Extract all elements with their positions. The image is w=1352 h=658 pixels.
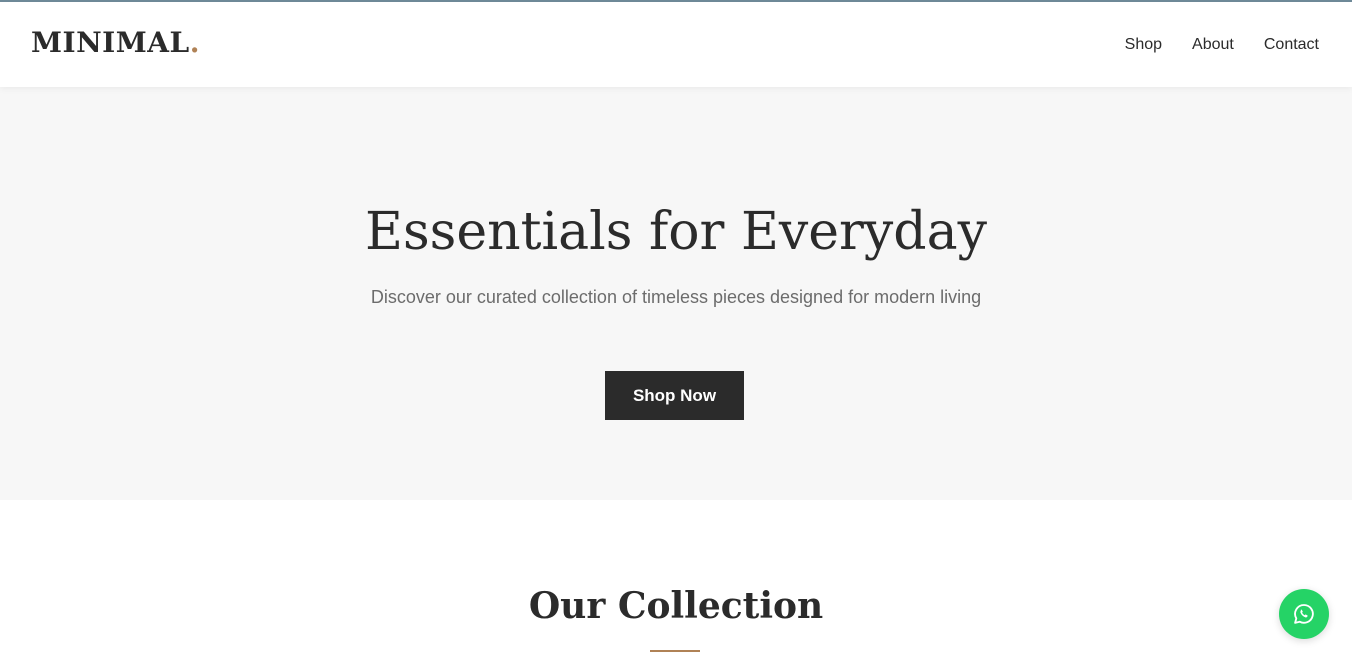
- nav-link-about[interactable]: About: [1192, 34, 1234, 56]
- collection-divider: [650, 650, 700, 652]
- brand-logo[interactable]: MINIMAL.: [31, 26, 200, 60]
- whatsapp-icon: [1294, 604, 1314, 624]
- brand-name: MINIMAL: [31, 26, 190, 59]
- nav-link-shop[interactable]: Shop: [1125, 34, 1162, 56]
- main-nav: Shop About Contact: [1125, 34, 1319, 56]
- whatsapp-button[interactable]: [1279, 589, 1329, 639]
- site-header: MINIMAL. Shop About Contact: [0, 2, 1352, 87]
- brand-dot: .: [189, 26, 200, 59]
- hero-section: Essentials for Everyday Discover our cur…: [0, 87, 1352, 500]
- collection-title: Our Collection: [528, 585, 824, 627]
- nav-link-contact[interactable]: Contact: [1264, 34, 1319, 56]
- hero-subtitle: Discover our curated collection of timel…: [370, 287, 982, 307]
- hero-title: Essentials for Everyday: [365, 202, 987, 262]
- shop-now-button[interactable]: Shop Now: [605, 371, 744, 420]
